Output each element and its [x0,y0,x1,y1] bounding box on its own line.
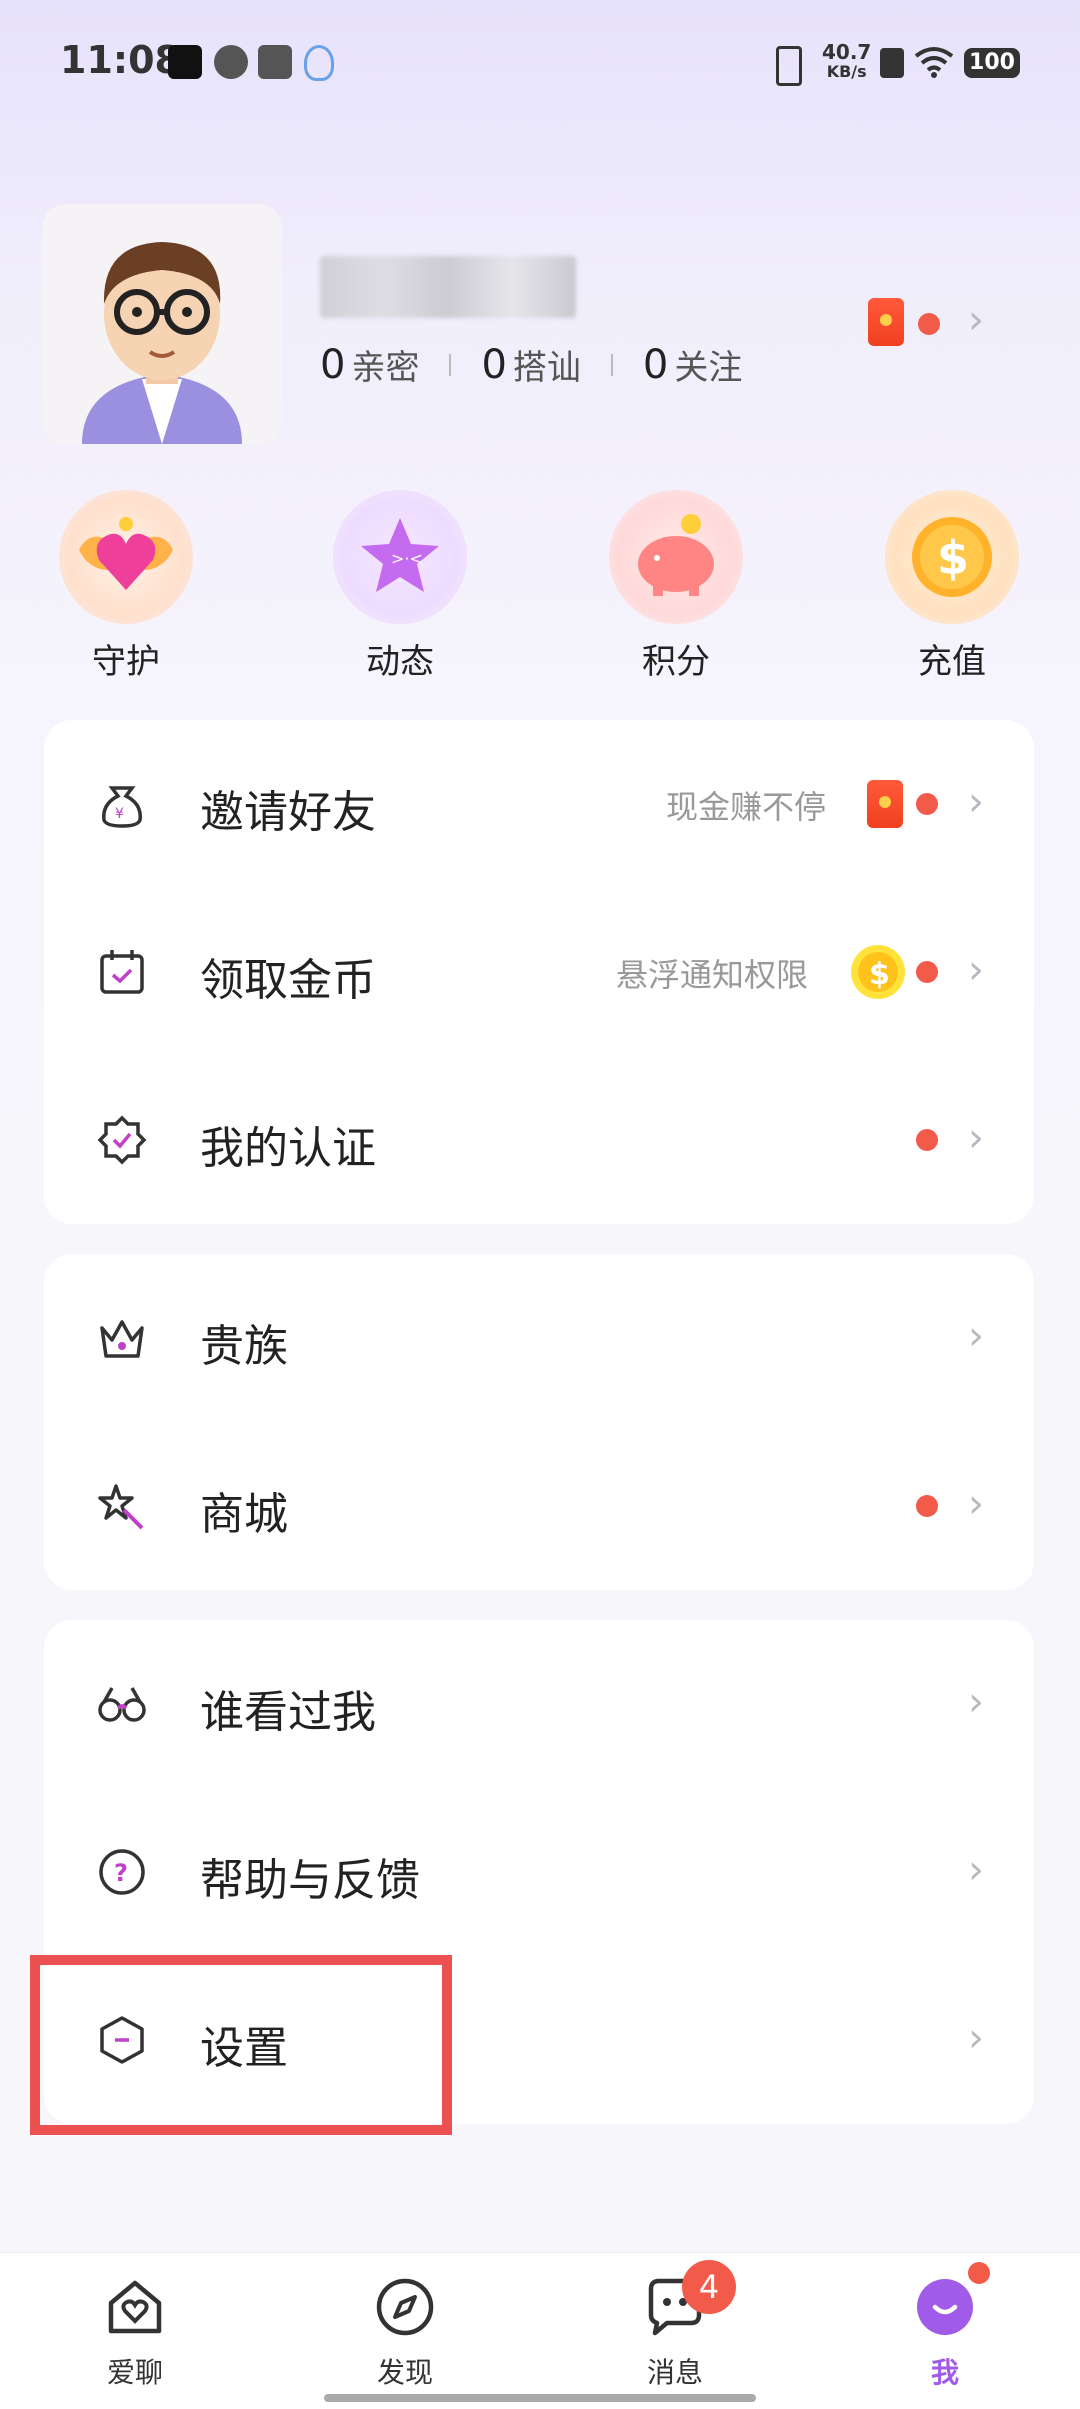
menu-item-coins[interactable]: 领取金币 悬浮通知权限 $ › [44,888,1034,1056]
wifi-icon [914,47,954,78]
quick-action-label: 充值 [918,642,986,682]
avatar-illustration [82,242,242,444]
home-heart-icon [108,2280,162,2334]
chevron-right-icon: › [968,1679,984,1725]
money-bag-icon: ¥ [102,786,142,828]
help-circle-icon: ? [99,1849,145,1895]
menu-item-invite[interactable]: ¥ 邀请好友 现金赚不停 › [44,720,1034,888]
piggy-bank-icon [609,490,743,624]
notification-dot [918,313,940,335]
guard-heart-icon [59,490,193,624]
menu-item-mall[interactable]: 商城 › [44,1422,1034,1590]
quick-action-points[interactable]: 积分 [586,490,766,683]
svg-text:¥: ¥ [115,806,124,822]
tab-label: 消息 [646,2356,703,2389]
red-packet-icon [867,780,903,828]
chevron-right-icon: › [968,779,984,825]
magic-wand-icon [98,1484,144,1530]
greet-count[interactable]: 0 [481,342,506,388]
verified-badge-icon [97,1115,147,1165]
menu-card-2: 贵族 › 商城 › [44,1254,1034,1590]
notification-dot [916,793,938,815]
invite-hint: 现金赚不停 [666,788,827,826]
notification-dot [916,1495,938,1517]
red-packet-icon[interactable] [868,298,904,346]
divider [449,353,452,376]
menu-item-label: 贵族 [200,1321,288,1372]
follow-count[interactable]: 0 [643,342,668,388]
chevron-right-icon: › [968,1115,984,1161]
quick-action-label: 积分 [642,642,710,682]
tab-label: 爱聊 [106,2356,163,2389]
me-notification-dot [968,2262,990,2284]
message-badge: 4 [682,2260,736,2314]
profile-stats: 0 亲密 0 搭讪 0 关注 [320,340,742,389]
quick-action-guard[interactable]: 守护 [36,490,216,683]
bottom-nav: 爱聊 发现 消息 我 [0,2252,1080,2409]
net-speed-value: 40.7 [822,40,872,64]
chevron-right-icon: › [968,947,984,993]
tab-me[interactable]: 我 [865,2275,1025,2391]
menu-card-1: ¥ 邀请好友 现金赚不停 › 领取金币 悬浮通知权限 $ › 我的认证 › [44,720,1034,1224]
notification-dot [916,1129,938,1151]
menu-item-label: 商城 [200,1489,288,1540]
menu-item-noble[interactable]: 贵族 › [44,1254,1034,1422]
chevron-right-icon: › [968,2015,984,2061]
status-time: 11:08 [60,38,181,82]
battery-indicator: 100 [964,48,1020,78]
star-icon: >·< [333,490,467,624]
calendar-check-icon [100,950,144,994]
vibrate-icon [776,46,802,86]
tab-aichat[interactable]: 爱聊 [55,2275,215,2391]
svg-text:$: $ [869,957,890,992]
username-blurred [320,256,576,318]
net-speed-unit: KB/s [826,62,867,81]
quick-action-label: 守护 [92,642,160,682]
quick-action-moments[interactable]: >·< 动态 [310,490,490,683]
svg-text:$: $ [937,531,969,585]
profile-chevron-icon[interactable]: › [968,300,984,340]
no-sim-icon [880,48,904,78]
highlight-box [30,1955,452,2135]
app-icon [214,45,248,79]
quick-action-recharge[interactable]: $ 充值 [862,490,1042,683]
mail-icon [258,45,292,79]
menu-item-label: 领取金币 [200,955,376,1006]
net-speed: 40.7 KB/s [822,42,871,82]
qq-icon [304,45,334,81]
compass-icon [376,2278,434,2336]
menu-item-label: 邀请好友 [200,787,376,838]
intimacy-label[interactable]: 亲密 [351,340,419,389]
home-indicator[interactable] [324,2394,756,2402]
svg-text:?: ? [114,1859,128,1887]
me-smile-icon [917,2279,973,2335]
svg-text:>·<: >·< [391,549,423,568]
follow-label[interactable]: 关注 [674,340,742,389]
gold-coin-icon: $ [851,945,905,999]
coins-hint: 悬浮通知权限 [616,956,809,994]
notification-dot [916,961,938,983]
tiktok-icon [168,45,202,79]
menu-item-label: 我的认证 [200,1123,376,1174]
chevron-right-icon: › [968,1313,984,1359]
menu-item-help[interactable]: ? 帮助与反馈 › [44,1788,1034,1956]
chevron-right-icon: › [968,1847,984,1893]
greet-label[interactable]: 搭讪 [513,340,581,389]
avatar[interactable] [42,204,282,444]
menu-item-verify[interactable]: 我的认证 › [44,1056,1034,1224]
menu-item-label: 帮助与反馈 [200,1855,420,1906]
menu-item-label: 谁看过我 [200,1687,376,1738]
chevron-right-icon: › [968,1481,984,1527]
intimacy-count[interactable]: 0 [320,342,345,388]
quick-action-label: 动态 [366,642,434,682]
divider [610,353,613,376]
tab-label: 我 [930,2356,959,2389]
menu-item-visitors[interactable]: 谁看过我 › [44,1620,1034,1788]
coin-icon: $ [885,490,1019,624]
glasses-icon [98,1687,146,1722]
tab-label: 发现 [376,2356,433,2389]
tab-discover[interactable]: 发现 [325,2275,485,2391]
crown-icon [100,1320,144,1358]
